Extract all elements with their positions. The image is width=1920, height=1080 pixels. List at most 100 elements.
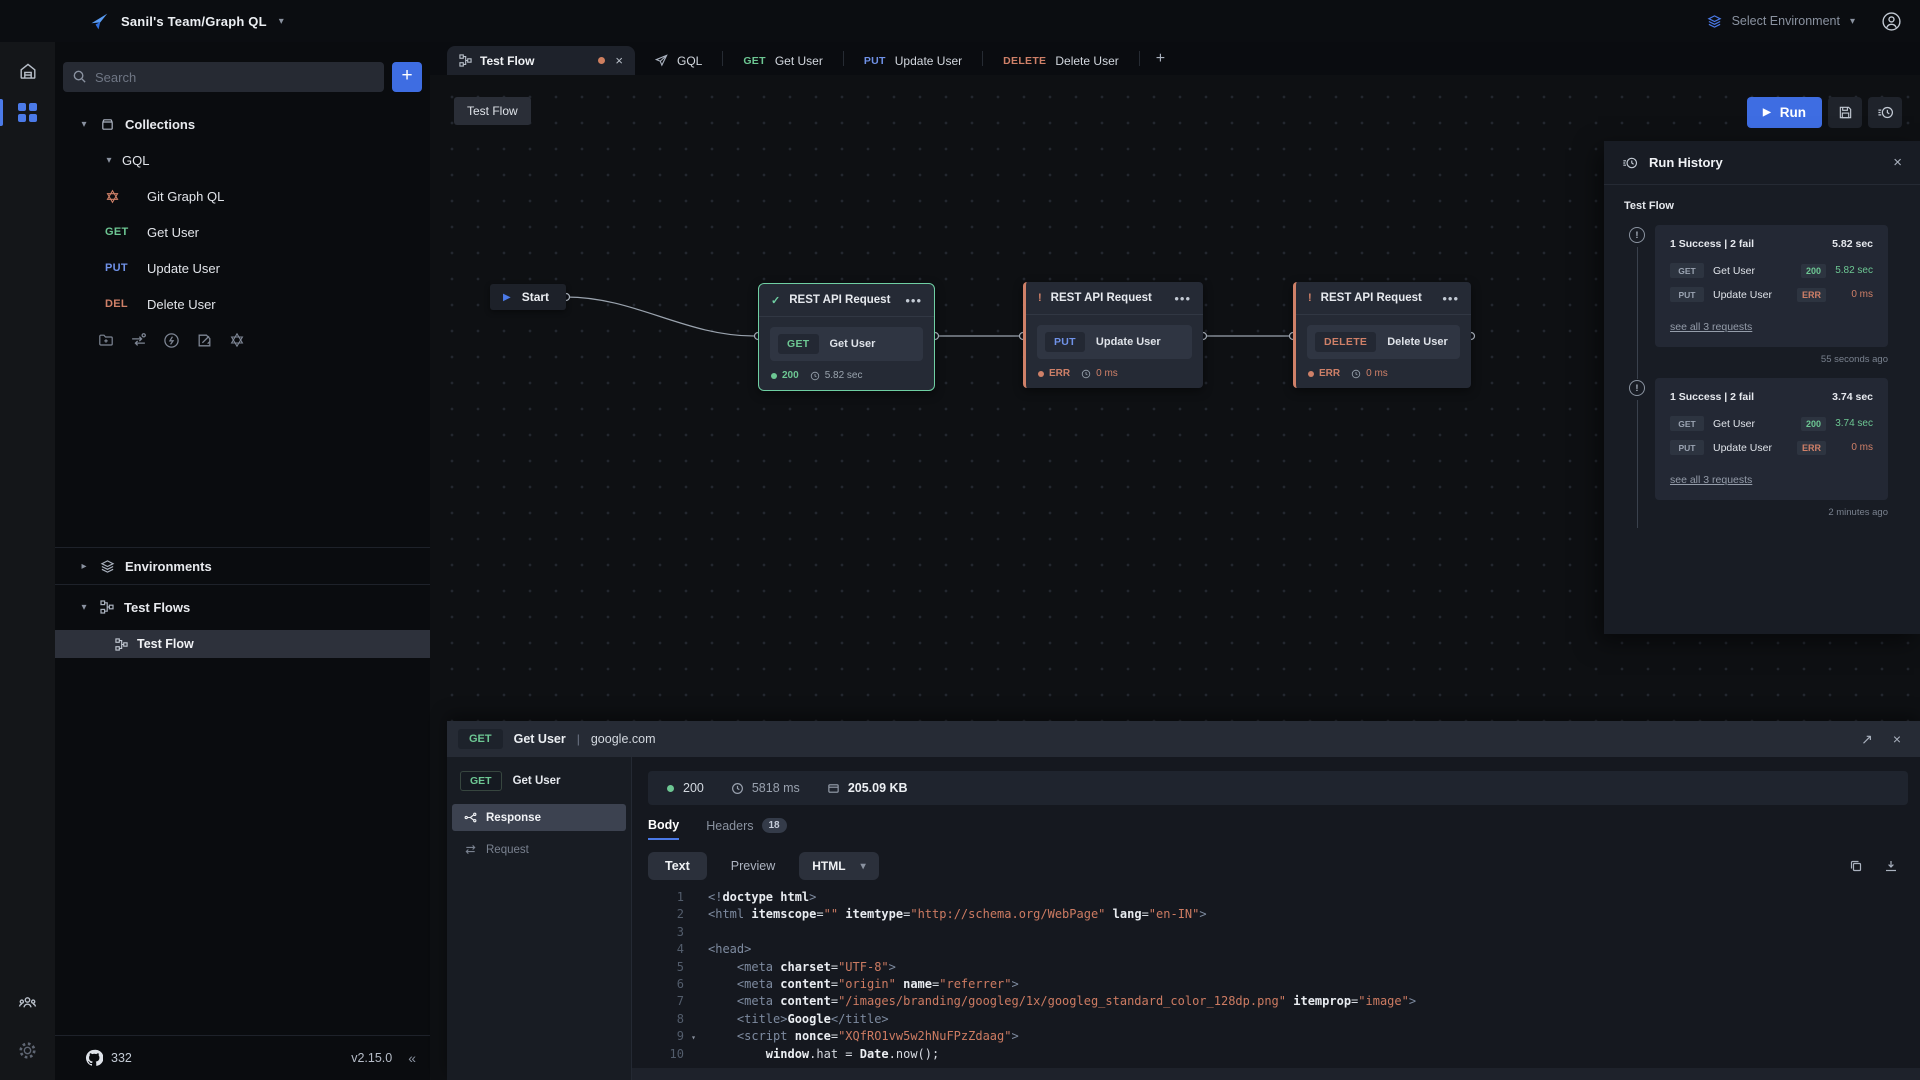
github-icon: [85, 1049, 103, 1067]
response-content: 200 5818 ms 205.09 KB: [632, 757, 1920, 1080]
see-all-requests-link[interactable]: see all 3 requests: [1670, 474, 1752, 486]
caret-down-icon: ▾: [78, 602, 90, 613]
tab-update-user[interactable]: PUT Update User: [844, 46, 982, 75]
collection-box-icon: [100, 117, 115, 132]
play-icon: ▶: [1763, 107, 1771, 118]
request-label: Update User: [147, 261, 220, 276]
save-button[interactable]: [1828, 97, 1862, 128]
see-all-requests-link[interactable]: see all 3 requests: [1670, 321, 1752, 333]
tab-label: Update User: [895, 54, 962, 68]
rail-item-community[interactable]: [17, 982, 38, 1023]
code-scrollbar-track[interactable]: [632, 1068, 1920, 1080]
start-node[interactable]: ▶ Start: [490, 284, 566, 310]
download-icon[interactable]: [1884, 859, 1898, 873]
github-star-count: 332: [111, 1051, 132, 1065]
nav-item-request[interactable]: Request: [452, 836, 626, 863]
timeline-line: [1637, 400, 1638, 528]
request-item-git-graph-ql[interactable]: Git Graph QL: [55, 178, 430, 214]
node-method-chip: DELETE: [1315, 332, 1376, 352]
status-dot: [1038, 371, 1044, 377]
team-switcher[interactable]: Sanil's Team/Graph QL ▾: [88, 11, 284, 32]
method-chip: PUT: [1670, 287, 1704, 302]
clock-icon: [1081, 369, 1091, 379]
tab-body[interactable]: Body: [648, 818, 679, 840]
node-menu-icon[interactable]: •••: [1442, 291, 1459, 306]
flow-node-update-user[interactable]: ! REST API Request ••• PUT Update User E…: [1023, 282, 1203, 388]
tab-gql[interactable]: GQL: [635, 46, 722, 75]
environment-selector[interactable]: Select Environment ▾: [1707, 14, 1855, 29]
tab-delete-user[interactable]: DELETE Delete User: [983, 46, 1139, 75]
github-link[interactable]: 332: [85, 1049, 132, 1067]
websocket-icon[interactable]: [163, 332, 180, 349]
code-lines[interactable]: 1<!doctype html>2<html itemscope="" item…: [648, 889, 1908, 1068]
flow-icon: [459, 54, 472, 67]
tab-headers[interactable]: Headers 18: [706, 818, 786, 839]
tab-body-label: Body: [648, 818, 679, 832]
request-name: Get User: [1713, 418, 1801, 430]
select-environment-label: Select Environment: [1732, 14, 1840, 28]
status-dot: [771, 373, 777, 379]
flow-node-get-user[interactable]: ✓ REST API Request ••• GET Get User 200 …: [758, 283, 935, 391]
test-flow-item[interactable]: Test Flow: [55, 630, 430, 658]
tabbar: Test Flow × GQL GET Get User PUT Update …: [430, 42, 1920, 75]
tab-close-icon[interactable]: ×: [613, 53, 625, 68]
add-folder-icon[interactable]: [98, 332, 114, 348]
node-method-chip: GET: [778, 334, 819, 354]
collapse-sidebar-button[interactable]: «: [408, 1050, 416, 1066]
node-duration: 0 ms: [1366, 368, 1388, 379]
method-label: GET: [105, 226, 147, 238]
copy-icon[interactable]: [1849, 859, 1863, 873]
graphql-outline-icon[interactable]: [229, 332, 245, 348]
grid-icon: [18, 103, 37, 122]
node-duration: 0 ms: [1096, 368, 1118, 379]
request-item-update-user[interactable]: PUT Update User: [55, 250, 430, 286]
search-input[interactable]: [63, 62, 384, 92]
nav-item-response[interactable]: Response: [452, 804, 626, 831]
rail-item-spaces[interactable]: [0, 92, 55, 133]
run-history-title: Run History: [1649, 155, 1882, 170]
close-icon[interactable]: ×: [1893, 154, 1902, 171]
rail-item-settings[interactable]: [17, 1031, 38, 1070]
folder-gql[interactable]: ▾ GQL: [55, 142, 430, 178]
run-button[interactable]: ▶ Run: [1747, 97, 1822, 128]
response-nav: GET Get User Response Request: [447, 757, 632, 1080]
history-request-row: GET Get User 200 3.74 sec: [1670, 416, 1873, 431]
format-select[interactable]: HTML ▾: [799, 852, 878, 880]
history-entry: ! 1 Success | 2 fail 5.82 sec GET Get Us…: [1604, 225, 1920, 365]
save-icon: [1838, 105, 1853, 120]
close-icon[interactable]: ×: [1893, 731, 1901, 747]
section-environments[interactable]: ▸ Environments: [55, 547, 430, 585]
section-collections[interactable]: ▾ Collections: [55, 106, 430, 142]
request-item-delete-user[interactable]: DEL Delete User: [55, 286, 430, 322]
view-preview-button[interactable]: Preview: [731, 859, 775, 873]
node-status: ERR: [1049, 368, 1070, 379]
tab-get-user[interactable]: GET Get User: [723, 46, 843, 75]
status-dot: [667, 785, 674, 792]
node-status-icon: ✓: [771, 294, 780, 307]
nav-item-label: Request: [486, 844, 529, 856]
tab-label: Delete User: [1055, 54, 1118, 68]
new-tab-button[interactable]: +: [1140, 50, 1181, 68]
playground-icon[interactable]: [196, 332, 213, 349]
view-text-button[interactable]: Text: [648, 852, 707, 880]
add-new-button[interactable]: +: [392, 62, 422, 92]
run-history-panel: Run History × Test Flow ! 1 Success | 2 …: [1604, 141, 1920, 634]
avatar-icon[interactable]: [1881, 11, 1902, 32]
rail-item-home[interactable]: [0, 50, 55, 92]
play-icon: ▶: [503, 292, 511, 303]
flow-title-chip: Test Flow: [454, 97, 531, 125]
status-chip: 200: [1801, 417, 1826, 431]
section-test-flows[interactable]: ▾ Test Flows: [55, 587, 430, 627]
response-panel: GET Get User | google.com ↗ × GET Get Us…: [447, 721, 1920, 1080]
tab-test-flow[interactable]: Test Flow ×: [447, 46, 635, 75]
request-item-get-user[interactable]: GET Get User: [55, 214, 430, 250]
run-history-button[interactable]: [1868, 97, 1902, 128]
node-menu-icon[interactable]: •••: [1174, 291, 1191, 306]
gear-icon: [18, 1041, 37, 1060]
node-menu-icon[interactable]: •••: [905, 293, 922, 308]
expand-icon[interactable]: ↗: [1861, 731, 1873, 748]
request-name: Update User: [1713, 442, 1797, 454]
import-requests-icon[interactable]: [130, 332, 147, 349]
flow-node-delete-user[interactable]: ! REST API Request ••• DELETE Delete Use…: [1293, 282, 1471, 388]
request-time: 0 ms: [1826, 289, 1873, 300]
